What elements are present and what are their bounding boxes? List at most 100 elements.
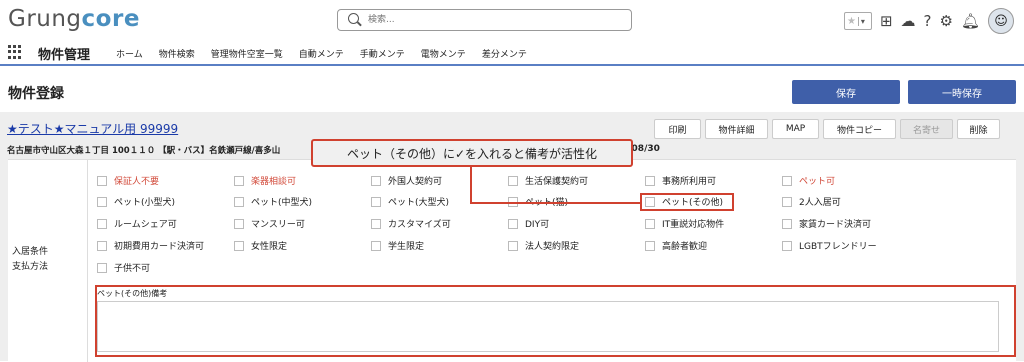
print-button[interactable]: 印刷 xyxy=(654,119,701,139)
checkbox-label: LGBTフレンドリー xyxy=(799,242,877,252)
condition-checkbox[interactable]: 保証人不要 xyxy=(97,174,159,187)
condition-checkbox[interactable]: 女性限定 xyxy=(234,239,287,252)
save-button[interactable]: 保存 xyxy=(792,80,900,104)
checkbox-box[interactable] xyxy=(234,218,244,229)
checkbox-label: 外国人契約可 xyxy=(388,177,443,187)
favorites-dropdown[interactable]: ★ ▾ xyxy=(843,12,872,30)
bell-icon[interactable]: 🔔︎ xyxy=(961,12,980,30)
checkbox-box[interactable] xyxy=(97,218,107,229)
checkbox-box[interactable] xyxy=(97,240,107,251)
checkbox-label: ルームシェア可 xyxy=(114,220,177,230)
checkbox-box[interactable] xyxy=(782,240,792,251)
property-copy-button[interactable]: 物件コピー xyxy=(823,119,896,139)
checkbox-box[interactable] xyxy=(371,196,381,207)
nav-item-home[interactable]: ホーム xyxy=(116,47,143,60)
search-icon xyxy=(348,13,359,24)
checkbox-box[interactable] xyxy=(645,218,655,229)
checkbox-label: マンスリー可 xyxy=(251,220,305,230)
avatar[interactable]: ☺ xyxy=(988,8,1014,34)
checkbox-box[interactable] xyxy=(782,175,792,186)
callout-connector-vertical xyxy=(470,167,472,204)
condition-checkbox[interactable]: ペット(大型犬) xyxy=(371,195,449,208)
section-label-column: 入居条件 支払方法 xyxy=(8,160,88,362)
condition-checkbox[interactable]: 事務所利用可 xyxy=(645,174,716,187)
condition-checkbox[interactable]: 外国人契約可 xyxy=(371,174,442,187)
header-icons: ★ ▾ ⊞ ☁ ? ⚙ 🔔︎ ☺ xyxy=(843,8,1014,34)
condition-checkbox[interactable]: ルームシェア可 xyxy=(97,217,177,230)
checkbox-box[interactable] xyxy=(508,218,518,229)
merge-button[interactable]: 名寄せ xyxy=(900,119,953,139)
checkbox-label: 女性限定 xyxy=(251,242,288,252)
condition-checkbox[interactable]: 法人契約限定 xyxy=(508,239,579,252)
checkbox-box[interactable] xyxy=(782,218,792,229)
checkbox-label: 楽器相談可 xyxy=(251,177,297,187)
annotation-callout: ペット（その他）に✓を入れると備考が活性化 xyxy=(311,139,633,167)
checkbox-label: 事務所利用可 xyxy=(662,177,717,187)
checkbox-label: DIY可 xyxy=(525,220,550,230)
condition-checkbox[interactable]: LGBTフレンドリー xyxy=(782,239,877,252)
nav-item-auto-maint[interactable]: 自動メンテ xyxy=(299,47,344,60)
nav-item-denbutsu-maint[interactable]: 電物メンテ xyxy=(421,47,466,60)
map-button[interactable]: MAP xyxy=(772,119,819,139)
checkbox-label: 高齢者歓迎 xyxy=(662,242,708,252)
property-detail-button[interactable]: 物件詳細 xyxy=(705,119,768,139)
checkbox-box[interactable] xyxy=(234,175,244,186)
condition-checkbox[interactable]: DIY可 xyxy=(508,217,549,230)
condition-checkbox[interactable]: ペット(中型犬) xyxy=(234,195,312,208)
checkbox-box[interactable] xyxy=(97,262,107,273)
checkbox-box[interactable] xyxy=(97,196,107,207)
condition-checkbox[interactable]: 高齢者歓迎 xyxy=(645,239,707,252)
chevron-down-icon: ▾ xyxy=(857,16,867,26)
search-input[interactable] xyxy=(368,12,618,28)
nav-item-diff-maint[interactable]: 差分メンテ xyxy=(482,47,527,60)
checkbox-box[interactable] xyxy=(508,240,518,251)
checkbox-box[interactable] xyxy=(645,240,655,251)
condition-checkbox[interactable]: IT重説対応物件 xyxy=(645,217,724,230)
checkbox-box[interactable] xyxy=(645,175,655,186)
nav-item-vacancy-list[interactable]: 管理物件空室一覧 xyxy=(211,47,283,60)
delete-button[interactable]: 削除 xyxy=(957,119,1000,139)
pet-other-highlight-frame xyxy=(640,193,734,211)
cloud-icon[interactable]: ☁ xyxy=(901,12,916,30)
section-label-line2: 支払方法 xyxy=(12,262,49,272)
condition-checkbox[interactable]: 学生限定 xyxy=(371,239,424,252)
logo-accent-text: core xyxy=(81,6,140,32)
condition-checkbox[interactable]: 家賃カード決済可 xyxy=(782,217,871,230)
nav-menu: ホーム 物件検索 管理物件空室一覧 自動メンテ 手動メンテ 電物メンテ 差分メン… xyxy=(116,47,543,60)
checkbox-label: 2人入居可 xyxy=(799,198,841,208)
checkbox-label: 保証人不要 xyxy=(114,177,160,187)
help-icon[interactable]: ? xyxy=(924,12,932,30)
checkbox-box[interactable] xyxy=(234,196,244,207)
condition-checkbox[interactable]: 初期費用カード決済可 xyxy=(97,239,204,252)
condition-checkbox[interactable]: マンスリー可 xyxy=(234,217,305,230)
record-name-link[interactable]: ★テスト★マニュアル用 99999 xyxy=(7,120,178,137)
checkbox-box[interactable] xyxy=(371,240,381,251)
condition-checkbox[interactable]: ペット(小型犬) xyxy=(97,195,175,208)
star-icon: ★ xyxy=(846,15,856,27)
temp-save-button[interactable]: 一時保存 xyxy=(908,80,1016,104)
app-logo[interactable]: Grungcore xyxy=(8,6,140,32)
checkbox-label: IT重説対応物件 xyxy=(662,220,725,230)
condition-checkbox[interactable]: 2人入居可 xyxy=(782,195,841,208)
condition-checkbox[interactable]: ペット可 xyxy=(782,174,835,187)
nav-item-manual-maint[interactable]: 手動メンテ xyxy=(360,47,405,60)
checkbox-box[interactable] xyxy=(234,240,244,251)
checkbox-box[interactable] xyxy=(97,175,107,186)
checkbox-label: 学生限定 xyxy=(388,242,425,252)
plus-square-icon[interactable]: ⊞ xyxy=(880,12,893,30)
condition-checkbox[interactable]: 楽器相談可 xyxy=(234,174,296,187)
checkbox-box[interactable] xyxy=(508,175,518,186)
app-launcher-icon[interactable] xyxy=(8,45,22,59)
condition-checkbox[interactable]: カスタマイズ可 xyxy=(371,217,451,230)
condition-checkbox[interactable]: 生活保護契約可 xyxy=(508,174,588,187)
gear-icon[interactable]: ⚙ xyxy=(940,12,953,30)
checkbox-label: カスタマイズ可 xyxy=(388,220,451,230)
condition-checkbox[interactable]: 子供不可 xyxy=(97,261,150,274)
checkbox-box[interactable] xyxy=(371,218,381,229)
nav-item-property-search[interactable]: 物件検索 xyxy=(159,47,195,60)
global-search[interactable] xyxy=(337,9,632,31)
checkbox-box[interactable] xyxy=(371,175,381,186)
checkbox-box[interactable] xyxy=(782,196,792,207)
checkbox-label: 法人契約限定 xyxy=(525,242,580,252)
checkbox-label: ペット(小型犬) xyxy=(114,198,176,208)
